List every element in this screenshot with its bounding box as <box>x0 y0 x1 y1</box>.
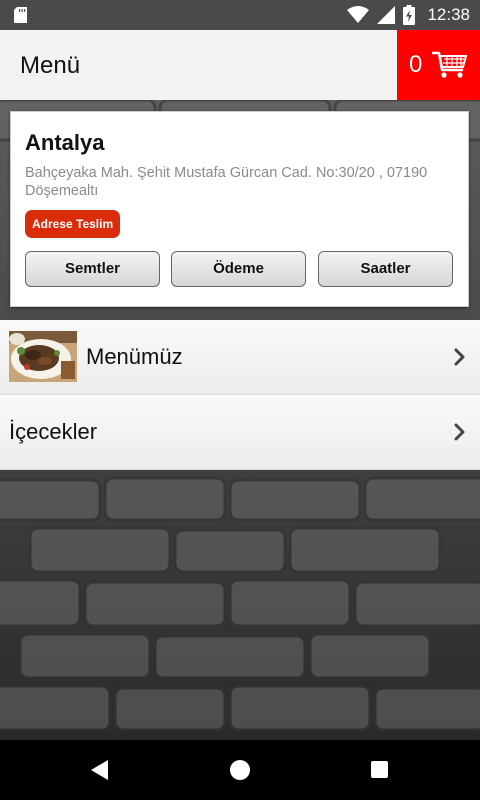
delivery-badge: Adrese Teslim <box>25 210 121 238</box>
status-time: 12:38 <box>427 5 470 24</box>
back-icon[interactable] <box>91 760 109 780</box>
wifi-icon <box>347 6 370 23</box>
branch-city: Antalya <box>25 130 105 155</box>
cell-signal-icon <box>377 6 396 24</box>
category-item-menu[interactable]: Menümüz <box>0 320 480 395</box>
districts-button[interactable]: Semtler <box>25 251 160 287</box>
category-list: Menümüz İçecekler <box>0 320 480 470</box>
payment-button[interactable]: Ödeme <box>171 251 306 287</box>
page-title: Menü <box>20 52 81 79</box>
hours-button[interactable]: Saatler <box>318 251 453 287</box>
app-bar: Menü 0 <box>0 30 480 100</box>
home-icon[interactable] <box>230 760 250 780</box>
navigation-bar <box>0 740 480 800</box>
sd-card-icon <box>14 7 27 23</box>
status-bar: 12:38 <box>0 0 480 30</box>
chevron-right-icon <box>454 348 465 366</box>
branch-info-card: Antalya Bahçeyaka Mah. Şehit Mustafa Gür… <box>10 111 469 307</box>
cart-count: 0 <box>409 51 423 78</box>
branch-address: Bahçeyaka Mah. Şehit Mustafa Gürcan Cad.… <box>25 165 428 199</box>
battery-charging-icon <box>403 5 416 25</box>
category-item-drinks[interactable]: İçecekler <box>0 395 480 470</box>
category-label-drinks: İçecekler <box>9 419 98 444</box>
shopping-cart-icon <box>432 51 468 78</box>
category-label-menu: Menümüz <box>86 344 183 369</box>
menu-food-thumbnail <box>9 331 77 382</box>
cart-button[interactable]: 0 <box>397 30 480 100</box>
recents-icon[interactable] <box>371 761 388 778</box>
chevron-right-icon <box>454 423 465 441</box>
